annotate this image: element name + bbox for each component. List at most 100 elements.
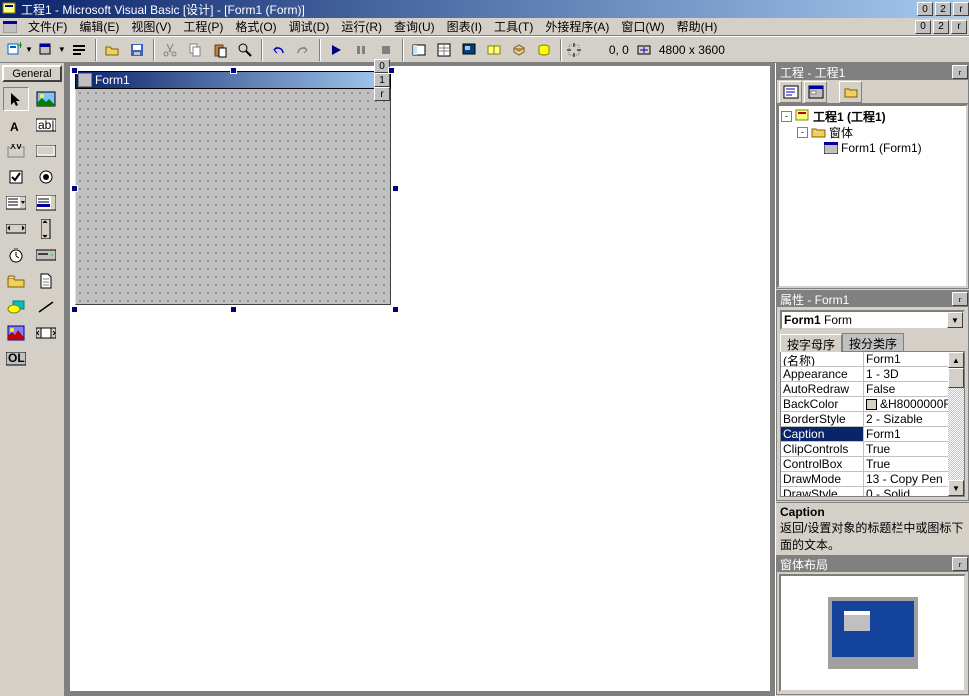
menu-file[interactable]: 文件(F) bbox=[22, 17, 73, 36]
tree-project-node[interactable]: -工程1 (工程1) bbox=[781, 108, 964, 124]
vscrollbar-tool[interactable] bbox=[33, 217, 59, 241]
menu-tools[interactable]: 工具(T) bbox=[488, 17, 539, 36]
toolbox-tab[interactable]: General bbox=[2, 65, 62, 82]
close-icon[interactable] bbox=[952, 65, 968, 79]
view-code-button[interactable] bbox=[779, 81, 802, 103]
dropdown-icon[interactable]: ▼ bbox=[947, 312, 963, 328]
scroll-track[interactable] bbox=[948, 388, 964, 480]
find-button[interactable] bbox=[234, 39, 257, 61]
properties-title[interactable]: 属性 - Form1 bbox=[777, 291, 968, 307]
mdi-minimize-button[interactable] bbox=[915, 20, 931, 34]
tree-folder-node[interactable]: -窗体 bbox=[781, 124, 964, 140]
undo-button[interactable] bbox=[267, 39, 290, 61]
close-button[interactable] bbox=[953, 2, 969, 16]
picturebox-tool[interactable] bbox=[33, 87, 59, 111]
open-button[interactable] bbox=[101, 39, 124, 61]
size-handle-se[interactable] bbox=[392, 306, 399, 313]
menu-addins[interactable]: 外接程序(A) bbox=[539, 17, 615, 36]
view-object-button[interactable] bbox=[804, 81, 827, 103]
add-project-button[interactable]: + bbox=[2, 39, 25, 61]
property-row[interactable]: DrawMode13 - Copy Pen bbox=[781, 472, 948, 487]
toolbox-button[interactable] bbox=[508, 39, 531, 61]
form-layout-title[interactable]: 窗体布局 bbox=[777, 556, 968, 572]
menu-help[interactable]: 帮助(H) bbox=[671, 17, 724, 36]
project-tree[interactable]: -工程1 (工程1) -窗体 Form1 (Form1) bbox=[777, 104, 968, 288]
restore-button[interactable] bbox=[935, 2, 951, 16]
combobox-tool[interactable] bbox=[3, 191, 29, 215]
property-row[interactable]: ClipControlsTrue bbox=[781, 442, 948, 457]
ole-tool[interactable]: OLE bbox=[3, 347, 29, 371]
menu-view[interactable]: 视图(V) bbox=[125, 17, 177, 36]
scroll-down-button[interactable]: ▼ bbox=[948, 480, 964, 496]
menu-run[interactable]: 运行(R) bbox=[335, 17, 388, 36]
end-button[interactable] bbox=[375, 39, 398, 61]
form-layout-button[interactable] bbox=[458, 39, 481, 61]
optionbutton-tool[interactable] bbox=[33, 165, 59, 189]
size-handle-e[interactable] bbox=[392, 185, 399, 192]
menu-window[interactable]: 窗口(W) bbox=[615, 17, 670, 36]
break-button[interactable] bbox=[350, 39, 373, 61]
layout-form-marker[interactable] bbox=[844, 611, 870, 631]
property-row[interactable]: BackColor&H8000000F& bbox=[781, 397, 948, 412]
size-handle-nw[interactable] bbox=[71, 67, 78, 74]
menu-query[interactable]: 查询(U) bbox=[388, 17, 441, 36]
size-handle-sw[interactable] bbox=[71, 306, 78, 313]
project-explorer-title[interactable]: 工程 - 工程1 bbox=[777, 64, 968, 80]
drivelistbox-tool[interactable] bbox=[33, 243, 59, 267]
form-close-button[interactable] bbox=[374, 87, 390, 101]
filelistbox-tool[interactable] bbox=[33, 269, 59, 293]
hscrollbar-tool[interactable] bbox=[3, 217, 29, 241]
property-row[interactable]: Appearance1 - 3D bbox=[781, 367, 948, 382]
add-form-button[interactable] bbox=[35, 39, 58, 61]
menu-project[interactable]: 工程(P) bbox=[177, 17, 229, 36]
mdi-close-button[interactable] bbox=[951, 20, 967, 34]
start-button[interactable] bbox=[325, 39, 348, 61]
form-maximize-button[interactable] bbox=[374, 73, 390, 87]
form-designer[interactable]: Form1 bbox=[75, 71, 391, 305]
timer-tool[interactable] bbox=[3, 243, 29, 267]
minimize-button[interactable] bbox=[917, 2, 933, 16]
frame-tool[interactable]: xv bbox=[3, 139, 29, 163]
copy-button[interactable] bbox=[184, 39, 207, 61]
property-row[interactable]: (名称)Form1 bbox=[781, 352, 948, 367]
image-tool[interactable] bbox=[3, 321, 29, 345]
menu-editor-button[interactable] bbox=[68, 39, 91, 61]
property-row[interactable]: ControlBoxTrue bbox=[781, 457, 948, 472]
size-handle-w[interactable] bbox=[71, 185, 78, 192]
property-row[interactable]: BorderStyle2 - Sizable bbox=[781, 412, 948, 427]
menu-edit[interactable]: 编辑(E) bbox=[73, 17, 125, 36]
form-client-area[interactable] bbox=[75, 89, 391, 305]
data-view-button[interactable] bbox=[533, 39, 556, 61]
shape-tool[interactable] bbox=[3, 295, 29, 319]
dropdown-icon[interactable]: ▼ bbox=[25, 45, 33, 54]
label-tool[interactable]: A bbox=[3, 113, 29, 137]
properties-grid[interactable]: (名称)Form1Appearance1 - 3DAutoRedrawFalse… bbox=[781, 352, 948, 496]
close-icon[interactable] bbox=[952, 557, 968, 571]
size-handle-ne[interactable] bbox=[388, 67, 395, 74]
scroll-up-button[interactable]: ▲ bbox=[948, 352, 964, 368]
tree-form-node[interactable]: Form1 (Form1) bbox=[781, 140, 964, 156]
close-icon[interactable] bbox=[952, 292, 968, 306]
textbox-tool[interactable]: ab| bbox=[33, 113, 59, 137]
commandbutton-tool[interactable] bbox=[33, 139, 59, 163]
menu-debug[interactable]: 调试(D) bbox=[283, 17, 336, 36]
tab-alphabetic[interactable]: 按字母序 bbox=[780, 334, 842, 352]
line-tool[interactable] bbox=[33, 295, 59, 319]
mdi-restore-button[interactable] bbox=[933, 20, 949, 34]
form-layout-body[interactable] bbox=[779, 574, 966, 692]
menu-format[interactable]: 格式(O) bbox=[229, 17, 282, 36]
dropdown-icon[interactable]: ▼ bbox=[58, 45, 66, 54]
size-handle-s[interactable] bbox=[230, 306, 237, 313]
pointer-tool[interactable] bbox=[3, 87, 29, 111]
properties-window-button[interactable] bbox=[433, 39, 456, 61]
save-button[interactable] bbox=[126, 39, 149, 61]
data-tool[interactable] bbox=[33, 321, 59, 345]
mdi-icon[interactable] bbox=[2, 19, 18, 35]
object-combo[interactable]: Form1 Form ▼ bbox=[780, 310, 965, 330]
project-explorer-button[interactable] bbox=[408, 39, 431, 61]
property-row[interactable]: DrawStyle0 - Solid bbox=[781, 487, 948, 496]
paste-button[interactable] bbox=[209, 39, 232, 61]
tab-categorized[interactable]: 按分类序 bbox=[842, 333, 904, 351]
cut-button[interactable] bbox=[159, 39, 182, 61]
props-scrollbar[interactable]: ▲ ▼ bbox=[948, 352, 964, 496]
